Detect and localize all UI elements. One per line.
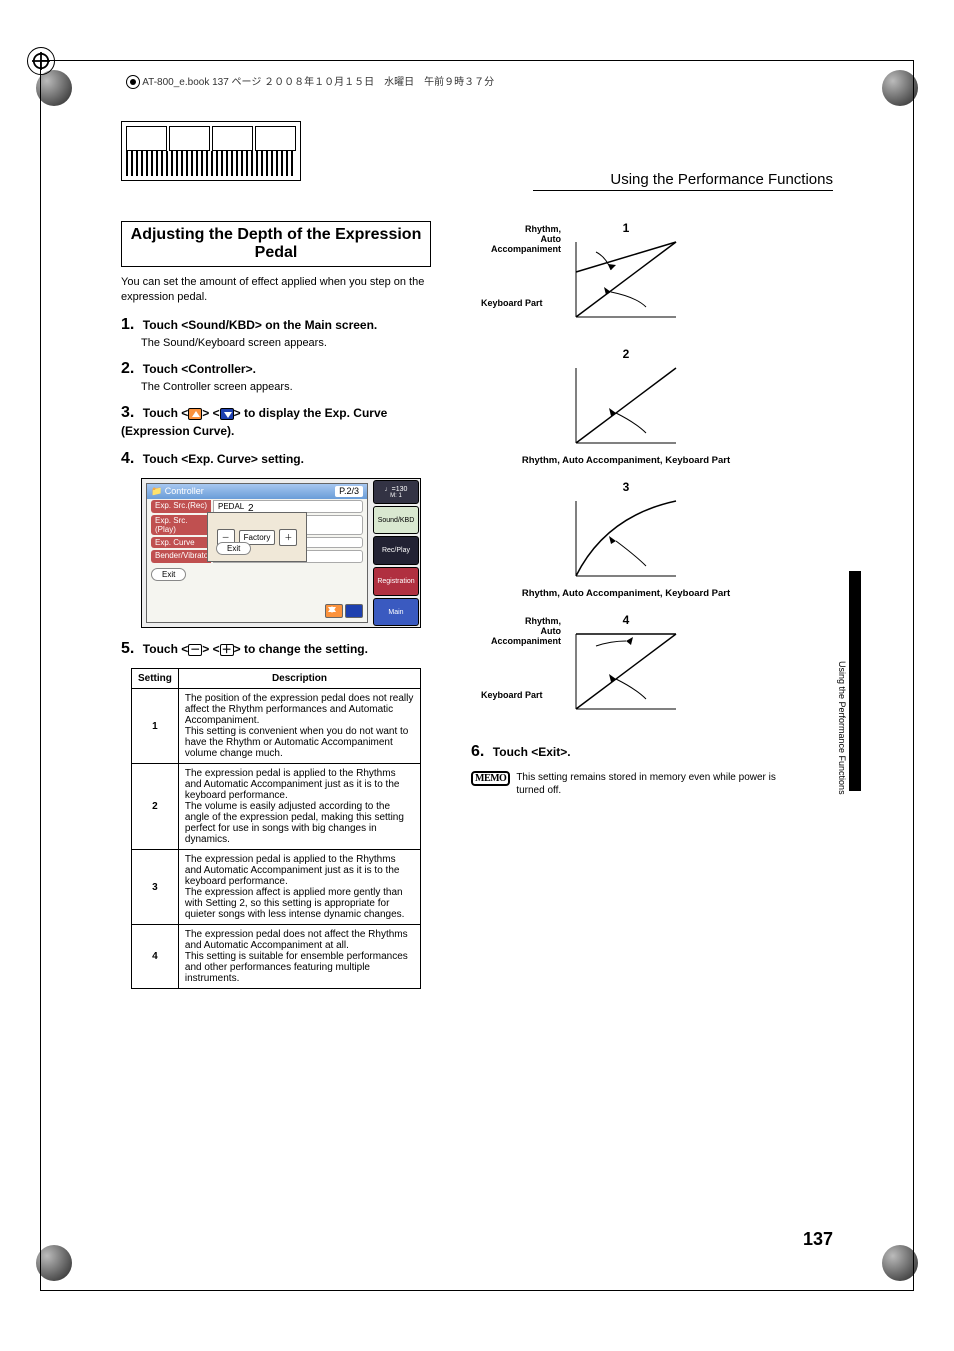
curve-4-graph [566,629,686,719]
table-row: 2The expression pedal is applied to the … [132,764,421,850]
ss-row-1[interactable]: Exp. Src.(Play) [151,515,211,535]
curve-1-graph [566,237,686,327]
step-1-title: Touch <Sound/KBD> on the Main screen. [143,318,377,332]
curve-3-num: 3 [471,480,781,494]
ss-popup-value: 2 [248,503,254,514]
ss-down-icon[interactable] [345,604,363,618]
ss-tempo: ♩=130 [385,486,408,493]
step-5-pre: Touch < [143,642,188,656]
curve-1-top-label: Rhythm, Auto Accompaniment [471,225,561,255]
section-heading: Adjusting the Depth of the Expression Pe… [121,221,431,267]
curve-3: 3 Rhythm, Auto Accompaniment, Keyboard P… [471,480,781,599]
plus-icon: ＋ [220,644,234,656]
step-3: 3. Touch <> <> to display the Exp. Curve… [121,404,431,440]
ss-popup: 2 － Factory ＋ Exit [207,512,307,562]
ss-page: P.2/3 [335,486,363,497]
step-3-pre: Touch < [143,406,188,420]
settings-table: SettingDescription 1The position of the … [131,668,421,989]
curve-2-graph [566,363,686,453]
step-4-num: 4. [121,450,134,468]
curve-4: 4 Rhythm, Auto Accompaniment Keyboard Pa… [471,613,781,719]
reg-mark-tl [27,47,55,75]
memo: MEMO This setting remains stored in memo… [471,771,781,797]
running-header: Using the Performance Functions [533,171,833,191]
ss-tempo2: M: 1 [390,493,402,499]
step-2-title: Touch <Controller>. [143,362,256,376]
step-3-num: 3. [121,404,134,422]
step-2-num: 2. [121,360,134,378]
minus-icon: － [188,644,202,656]
table-h1: Setting [132,669,179,689]
table-h2: Description [178,669,420,689]
intro-text: You can set the amount of effect applied… [121,275,431,306]
step-1-num: 1. [121,316,134,334]
ss-plus-button[interactable]: ＋ [279,529,297,546]
step-2-sub: The Controller screen appears. [141,380,431,394]
step-4: 4. Touch <Exp. Curve> setting. [121,450,431,468]
controller-screenshot: ♩=130M: 1 Sound/KBD Rec/Play Registratio… [141,478,421,628]
down-arrow-icon [220,408,234,420]
book-header-line: AT-800_e.book 137 ページ ２００８年１０月１５日 水曜日 午前… [126,73,494,89]
curve-1: 1 Rhythm, Auto Accompaniment Keyboard Pa… [471,221,781,327]
page-number: 137 [803,1229,833,1250]
step-4-title: Touch <Exp. Curve> setting. [143,452,304,466]
curve-3-caption: Rhythm, Auto Accompaniment, Keyboard Par… [471,588,781,599]
ss-btn-soundkbd[interactable]: Sound/KBD [373,506,419,535]
ss-exit-outer[interactable]: Exit [151,568,186,581]
up-arrow-icon [188,408,202,420]
table-row: 4The expression pedal does not affect th… [132,925,421,989]
ss-popup-exit[interactable]: Exit [216,542,251,555]
curve-4-top-label: Rhythm, Auto Accompaniment [471,617,561,647]
curve-2-caption: Rhythm, Auto Accompaniment, Keyboard Par… [471,455,781,466]
ss-btn-recplay[interactable]: Rec/Play [373,536,419,565]
curve-1-bottom-label: Keyboard Part [481,299,561,309]
step-6-title: Touch <Exit>. [493,745,571,759]
memo-text: This setting remains stored in memory ev… [516,771,781,797]
memo-icon: MEMO [471,771,510,786]
step-3-mid: > < [202,406,219,420]
curve-2-num: 2 [471,347,781,361]
step-6-num: 6. [471,743,484,761]
step-6: 6. Touch <Exit>. [471,743,781,761]
ss-row-3[interactable]: Bender/Vibrato [151,550,211,563]
product-thumbnail [121,121,301,181]
step-2: 2. Touch <Controller>. The Controller sc… [121,360,431,394]
ss-row-2[interactable]: Exp. Curve [151,537,211,548]
table-row: 3The expression pedal is applied to the … [132,850,421,925]
step-5-post: > to change the setting. [234,642,368,656]
step-1: 1. Touch <Sound/KBD> on the Main screen.… [121,316,431,350]
ss-row-0[interactable]: Exp. Src.(Rec) [151,500,211,513]
step-5: 5. Touch <－> <＋> to change the setting. [121,640,431,658]
curve-4-bottom-label: Keyboard Part [481,691,561,701]
step-5-mid: > < [202,642,219,656]
step-5-num: 5. [121,640,134,658]
curve-2: 2 Rhythm, Auto Accompaniment, Keyboard P… [471,347,781,466]
table-row: 1The position of the expression pedal do… [132,689,421,764]
ss-title: Controller [165,486,204,496]
step-1-sub: The Sound/Keyboard screen appears. [141,336,431,350]
ss-btn-main[interactable]: Main [373,598,419,627]
ss-btn-registration[interactable]: Registration [373,567,419,596]
curve-3-graph [566,496,686,586]
page-frame: AT-800_e.book 137 ページ ２００８年１０月１５日 水曜日 午前… [40,60,914,1291]
